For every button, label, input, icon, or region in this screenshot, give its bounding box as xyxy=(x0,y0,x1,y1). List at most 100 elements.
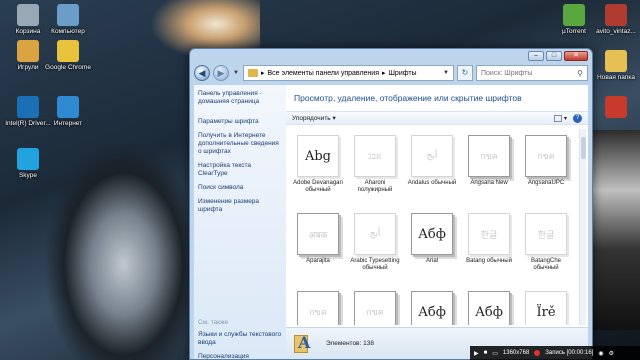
app-icon xyxy=(605,96,627,118)
font-preview: أبج xyxy=(411,135,453,177)
font-item[interactable]: Ïrě xyxy=(518,291,574,325)
desktop-icon-label: Google Chrome xyxy=(45,64,91,71)
font-name: Andalus обычный xyxy=(407,180,457,186)
breadcrumb-fonts[interactable]: Шрифты xyxy=(389,70,417,77)
font-item[interactable]: กขค Angsana New xyxy=(461,135,517,187)
desktop-icon[interactable]: Skype xyxy=(4,148,52,180)
desktop-icon[interactable]: avito_vintaz... xyxy=(592,4,640,36)
font-item[interactable]: أبج Andalus обычный xyxy=(404,135,460,187)
font-preview: אבג xyxy=(354,135,396,177)
breadcrumb-all-control-panel-items[interactable]: Все элементы панели управления xyxy=(268,70,379,77)
view-options-icon[interactable] xyxy=(553,114,562,122)
desktop-icon-label: Skype xyxy=(18,172,38,179)
organize-menu[interactable]: Упорядочить ▾ xyxy=(292,114,336,122)
back-button[interactable]: ◀ xyxy=(194,65,210,81)
camera-icon[interactable]: ◉ xyxy=(598,350,603,357)
page-heading: Просмотр, удаление, отображение или скры… xyxy=(294,93,522,103)
fonts-folder-icon: A xyxy=(294,333,312,355)
font-item[interactable]: กขค xyxy=(347,291,403,325)
close-button[interactable]: ✕ xyxy=(564,51,588,61)
navigation-bar: ◀ ▶ ▼ ▸ Все элементы панели управления ▸… xyxy=(194,63,588,83)
app-icon xyxy=(57,4,79,26)
screen-icon: ▭ xyxy=(492,350,498,357)
desktop-icon[interactable]: Интернет xyxy=(44,96,92,128)
font-name: Aharoni полужирный xyxy=(357,180,393,193)
desktop-icon[interactable]: Новая папка xyxy=(592,50,640,82)
desktop-icon-label: µTorrent xyxy=(562,28,586,35)
font-preview: Ïrě xyxy=(525,291,567,325)
font-name: Arabic Typesetting обычный xyxy=(350,258,400,271)
font-preview: Абф xyxy=(411,213,453,255)
search-box[interactable]: ⚲ xyxy=(476,65,588,81)
app-icon xyxy=(57,96,79,118)
fonts-window: – □ ✕ ◀ ▶ ▼ ▸ Все элементы панели управл… xyxy=(189,48,593,360)
item-count: Элементов: 138 xyxy=(326,340,374,347)
control-panel-icon xyxy=(248,69,258,77)
resolution-label: 1360x768 xyxy=(502,350,530,356)
desktop-icon-label: avito_vintaz... xyxy=(596,28,636,35)
recording-timer: Запись [00:00:16] xyxy=(545,350,594,356)
address-bar[interactable]: ▸ Все элементы панели управления ▸ Шрифт… xyxy=(243,65,454,81)
app-icon xyxy=(605,50,627,72)
font-item[interactable]: Абф xyxy=(404,291,460,325)
font-preview: กขค xyxy=(468,135,510,177)
font-name: Angsana New xyxy=(470,180,508,186)
font-item[interactable]: אבג Aharoni полужирный xyxy=(347,135,403,194)
maximize-button[interactable]: □ xyxy=(546,51,562,61)
font-preview: กขค xyxy=(354,291,396,325)
search-input[interactable] xyxy=(481,69,578,77)
app-icon xyxy=(17,4,39,26)
forward-arrow-icon: ▶ xyxy=(217,68,225,78)
search-icon[interactable]: ⚲ xyxy=(577,69,583,78)
font-item[interactable]: अबक Aparajita xyxy=(290,213,346,265)
task-pane: Панель управления - домашняя страница Пар… xyxy=(194,85,286,360)
address-dropdown-icon[interactable]: ▼ xyxy=(443,70,449,76)
command-bar: Упорядочить ▾ ▾ ? xyxy=(286,111,588,125)
task-link[interactable]: Получить в Интернете дополнительные свед… xyxy=(198,132,282,156)
help-icon[interactable]: ? xyxy=(573,113,582,123)
content-pane: Просмотр, удаление, отображение или скры… xyxy=(286,85,588,359)
task-link[interactable]: Изменение размера шрифта xyxy=(198,198,282,214)
settings-icon[interactable]: ⚙ xyxy=(609,350,614,357)
font-preview: กขค xyxy=(525,135,567,177)
font-item[interactable]: Абф xyxy=(461,291,517,325)
vertical-scrollbar[interactable] xyxy=(579,129,586,325)
see-also-link[interactable]: Языки и службы текстового ввода xyxy=(198,331,282,347)
desktop-icon[interactable]: Компьютер xyxy=(44,4,92,36)
font-item[interactable]: กขค xyxy=(290,291,346,325)
caption-buttons: – □ ✕ xyxy=(528,51,588,61)
see-also-link[interactable]: Персонализация xyxy=(198,353,282,360)
desktop-icon[interactable] xyxy=(592,96,640,120)
recording-toolbar: ▶ ■ ▭ 1360x768 Запись [00:00:16] ◉ ⚙ xyxy=(470,346,640,360)
refresh-button[interactable]: ↻ xyxy=(457,65,473,81)
font-name: Batang обычный xyxy=(466,258,512,264)
font-preview: अबक xyxy=(297,213,339,255)
task-link[interactable]: Параметры шрифта xyxy=(198,118,282,126)
font-item[interactable]: Абф Arial xyxy=(404,213,460,265)
font-item[interactable]: Abg Adobe Devanagari обычный xyxy=(290,135,346,194)
minimize-button[interactable]: – xyxy=(528,51,544,61)
desktop-icon-label: Интернет xyxy=(53,120,83,127)
app-icon xyxy=(17,96,39,118)
view-dropdown-icon[interactable]: ▾ xyxy=(564,115,567,122)
desktop-icon-label: Новая папка xyxy=(597,74,635,81)
app-icon xyxy=(17,40,39,62)
font-preview: 한글 xyxy=(468,213,510,255)
task-link[interactable]: Настройка текста ClearType xyxy=(198,162,282,178)
desktop-icon[interactable]: µTorrent xyxy=(550,4,598,36)
breadcrumb-separator: ▸ xyxy=(261,70,265,77)
font-item[interactable]: 한글 BatangChe обычный xyxy=(518,213,574,272)
font-item[interactable]: أبج Arabic Typesetting обычный xyxy=(347,213,403,272)
pause-icon[interactable]: ▶ xyxy=(474,350,479,357)
font-item[interactable]: กขค AngsanaUPC xyxy=(518,135,574,187)
font-name: BatangChe обычный xyxy=(530,258,562,271)
task-link[interactable]: Панель управления - домашняя страница xyxy=(198,90,282,106)
forward-button[interactable]: ▶ xyxy=(213,65,229,81)
stop-icon[interactable]: ■ xyxy=(484,350,488,356)
history-dropdown-icon[interactable]: ▼ xyxy=(232,70,240,76)
font-item[interactable]: 한글 Batang обычный xyxy=(461,213,517,265)
scrollbar-thumb[interactable] xyxy=(581,137,586,159)
fonts-grid: Abg Adobe Devanagari обычный אבג Aharoni по… xyxy=(290,129,576,325)
desktop-icon[interactable]: Google Chrome xyxy=(44,40,92,72)
task-link[interactable]: Поиск символа xyxy=(198,184,282,192)
